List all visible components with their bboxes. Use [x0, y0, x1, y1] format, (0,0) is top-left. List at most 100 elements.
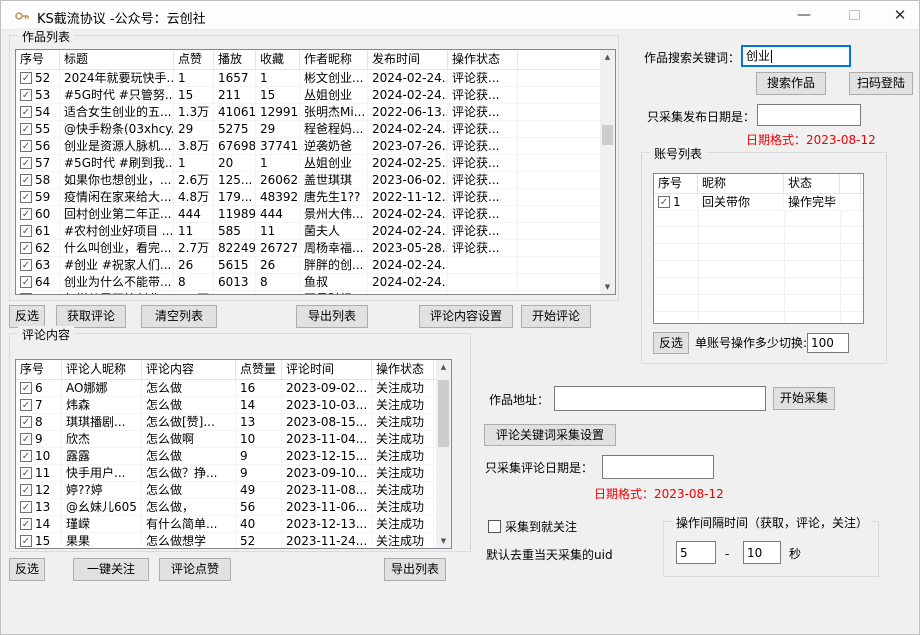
scroll-up-icon[interactable]: ▲	[436, 360, 451, 374]
column-header[interactable]: 收藏	[256, 50, 300, 69]
table-row[interactable]: ✓ 53 #5G时代 #只管努... 15 211 15 丛姐创业 2024-02-24...…	[16, 87, 615, 104]
column-header[interactable]: 序号	[16, 360, 62, 379]
interval-max-input[interactable]	[743, 541, 781, 564]
account-switch-input[interactable]	[807, 333, 849, 353]
column-header[interactable]: 标题	[60, 50, 174, 69]
table-row[interactable]: ✓ 57 #5G时代 #刷到我... 1 20 1 丛姐创业 2024-02-25... 评论获…	[16, 155, 615, 172]
works-table-scrollbar[interactable]: ▲ ▼	[600, 50, 615, 294]
search-works-button[interactable]: 搜索作品	[756, 72, 826, 95]
start-collect-button[interactable]: 开始采集	[773, 387, 835, 410]
table-row[interactable]: ✓ 59 疫情闲在家来给大... 4.8万 179... 48392 唐先生1?? 2022-…	[16, 189, 615, 206]
clear-list-button[interactable]: 清空列表	[141, 305, 217, 328]
column-header[interactable]: 评论时间	[282, 360, 372, 379]
table-row[interactable]: ✓ 6 AO娜娜 怎么做 16 2023-09-02... 关注成功	[16, 380, 451, 397]
column-header[interactable]: 评论人昵称	[62, 360, 142, 379]
table-row[interactable]: ✓ 63 #创业 #祝家人们... 26 5615 26 胖胖的创... 2024-02-24…	[16, 257, 615, 274]
work-url-input[interactable]	[554, 386, 766, 411]
row-checkbox[interactable]: ✓	[20, 72, 32, 84]
publish-date-input[interactable]	[757, 104, 861, 126]
table-row[interactable]: ✓ 14 瑾嵘 有什么简单... 40 2023-12-13... 关注成功	[16, 516, 451, 533]
column-header[interactable]: 点赞	[174, 50, 214, 69]
column-header[interactable]: 序号	[16, 50, 60, 69]
maximize-button[interactable]	[837, 1, 871, 29]
column-header[interactable]: 评论内容	[142, 360, 236, 379]
works-invert-button[interactable]: 反选	[9, 305, 45, 328]
comments-table-scrollbar[interactable]: ▲ ▼	[436, 360, 451, 548]
column-header[interactable]: 昵称	[698, 174, 784, 193]
column-header[interactable]: 点赞量	[236, 360, 282, 379]
row-checkbox[interactable]: ✓	[20, 106, 32, 118]
works-table[interactable]: 序号 标题 点赞 播放 收藏 作者昵称 发布时间 操作状态 ✓ 52 2024年就要玩快手... 1…	[15, 49, 616, 295]
accounts-table[interactable]: 序号 昵称 状态 ✓ 1 回关带你 操作完毕	[653, 173, 864, 324]
start-comment-button[interactable]: 开始评论	[521, 305, 591, 328]
row-checkbox[interactable]: ✓	[20, 535, 32, 547]
column-header[interactable]: 操作状态	[448, 50, 518, 69]
comments-table[interactable]: 序号 评论人昵称 评论内容 点赞量 评论时间 操作状态 ✓ 6 AO娜娜 怎么做 16 2023-0…	[15, 359, 452, 549]
keyword-collect-settings-button[interactable]: 评论关键词采集设置	[484, 424, 616, 446]
row-checkbox[interactable]: ✓	[20, 276, 32, 288]
comments-invert-button[interactable]: 反选	[9, 558, 45, 581]
table-row[interactable]: ✓ 61 #农村创业好项目 ... 11 585 11 菌夫人 2024-02-24... 评论…	[16, 223, 615, 240]
row-checkbox[interactable]: ✓	[20, 157, 32, 169]
export-works-button[interactable]: 导出列表	[296, 305, 368, 328]
row-checkbox[interactable]: ✓	[20, 484, 32, 496]
table-row[interactable]: ✓ 13 @幺妹儿605 怎么做， 56 2023-11-06... 关注成功	[16, 499, 451, 516]
row-checkbox[interactable]: ✓	[20, 191, 32, 203]
follow-on-collect-checkbox[interactable]	[488, 520, 501, 533]
row-checkbox[interactable]: ✓	[20, 416, 32, 428]
row-checkbox[interactable]: ✓	[20, 208, 32, 220]
minimize-button[interactable]: —	[787, 1, 821, 29]
table-row[interactable]: ✓62 什么叫创业，看完...2.7万82249826727周杨幸福...2023…	[16, 240, 615, 257]
row-checkbox[interactable]: ✓	[20, 467, 32, 479]
comment-date-input[interactable]	[602, 455, 714, 479]
row-checkbox[interactable]: ✓	[20, 450, 32, 462]
row-checkbox[interactable]: ✓	[20, 259, 32, 271]
column-header[interactable]: 播放	[214, 50, 256, 69]
column-header[interactable]: 发布时间	[368, 50, 448, 69]
table-row[interactable]: ✓ 58 如果你也想创业，... 2.6万 125... 26062 盖世琪琪 2023-06…	[16, 172, 615, 189]
scroll-up-icon[interactable]: ▲	[600, 50, 615, 64]
row-checkbox[interactable]: ✓	[20, 225, 32, 237]
table-row[interactable]: ✓ 15 果果 怎么做想学 52 2023-11-24... 关注成功	[16, 533, 451, 548]
search-keyword-input[interactable]: 创业	[741, 45, 851, 67]
row-checkbox[interactable]: ✓	[20, 174, 32, 186]
table-row[interactable]: ✓60回村创业第二年正...444119895444景州大伟...2024-02…	[16, 206, 615, 223]
table-row[interactable]: ✓56 创业是资源人脉机...3.8万67698037741逆袭奶爸2023-07…	[16, 138, 615, 155]
row-checkbox[interactable]: ✓	[20, 518, 32, 530]
row-checkbox[interactable]: ✓	[20, 433, 32, 445]
comments-scrollbar-thumb[interactable]	[438, 380, 449, 447]
close-button[interactable]: ✕	[883, 1, 917, 29]
table-row[interactable]: ✓ 8 琪琪播剧... 怎么做[赞]... 13 2023-08-15... 关注成功	[16, 414, 451, 431]
row-checkbox[interactable]: ✓	[20, 293, 32, 294]
table-row[interactable]: ✓ 7 炜森 怎么做 14 2023-10-03... 关注成功	[16, 397, 451, 414]
column-header[interactable]	[840, 174, 861, 193]
row-checkbox[interactable]: ✓	[20, 242, 32, 254]
export-comments-button[interactable]: 导出列表	[384, 558, 446, 581]
row-checkbox[interactable]: ✓	[20, 123, 32, 135]
column-header[interactable]: 操作状态	[372, 360, 434, 379]
table-row[interactable]: ✓ 9 欣杰 怎么做啊 10 2023-11-04... 关注成功	[16, 431, 451, 448]
column-header[interactable]: 序号	[654, 174, 698, 193]
accounts-invert-button[interactable]: 反选	[653, 332, 689, 354]
table-row[interactable]: ✓ 55 @快手粉条(03xhcy... 29 5275 29 程爸程妈... 2024-02…	[16, 121, 615, 138]
table-row[interactable]: ✓ 12 婷??婷 怎么做 49 2023-11-08... 关注成功	[16, 482, 451, 499]
like-comments-button[interactable]: 评论点赞	[159, 558, 231, 581]
get-comments-button[interactable]: 获取评论	[56, 305, 126, 328]
table-row[interactable]: ✓54 适合女生创业的五...1.3万41061212991张明杰Mi...202…	[16, 104, 615, 121]
column-header[interactable]: 状态	[784, 174, 840, 193]
interval-min-input[interactable]	[676, 541, 716, 564]
column-header[interactable]: 作者昵称	[300, 50, 368, 69]
scroll-down-icon[interactable]: ▼	[600, 280, 615, 294]
row-checkbox[interactable]: ✓	[20, 89, 32, 101]
scan-login-button[interactable]: 扫码登陆	[849, 72, 913, 95]
follow-all-button[interactable]: 一键关注	[73, 558, 149, 581]
row-checkbox[interactable]: ✓	[20, 382, 32, 394]
table-row[interactable]: ✓65 怎样从零开始创业...2.1万67474020621网易财经2022-12…	[16, 291, 615, 294]
table-row[interactable]: ✓ 52 2024年就要玩快手... 1 1657 1 彬文创业... 2024-02-24.…	[16, 70, 615, 87]
comment-content-settings-button[interactable]: 评论内容设置	[419, 305, 513, 328]
table-row[interactable]: ✓ 64 创业为什么不能带... 8 6013 8 鱼叔 2024-02-24...	[16, 274, 615, 291]
row-checkbox[interactable]: ✓	[658, 196, 670, 208]
table-row[interactable]: ✓ 10 露露 怎么做 9 2023-12-15... 关注成功	[16, 448, 451, 465]
row-checkbox[interactable]: ✓	[20, 140, 32, 152]
table-row[interactable]: ✓ 11 快手用户... 怎么做？挣... 9 2023-09-10... 关注成功	[16, 465, 451, 482]
